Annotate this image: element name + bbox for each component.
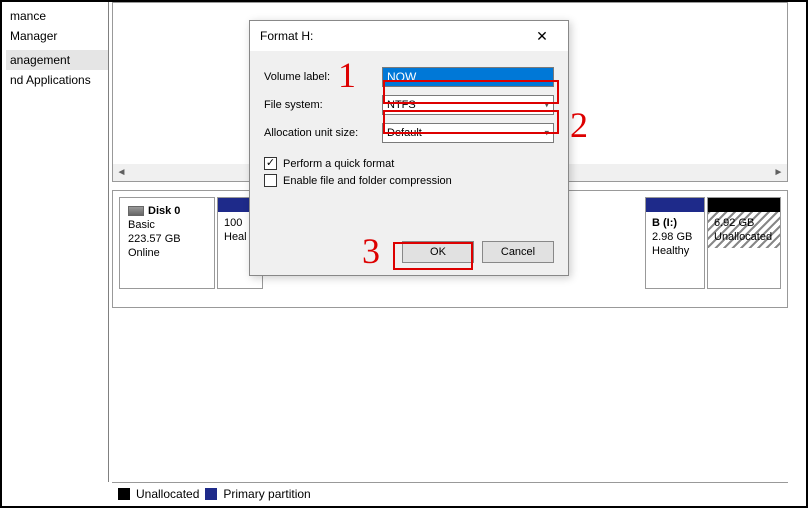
- disk-icon: [128, 206, 144, 216]
- legend-label: Unallocated: [136, 487, 199, 501]
- quick-format-label: Perform a quick format: [283, 158, 394, 170]
- legend: Unallocated Primary partition: [112, 482, 788, 504]
- alloc-size-value: Default: [387, 127, 422, 139]
- volume-label-input[interactable]: [382, 67, 554, 87]
- checkbox-icon: [264, 174, 277, 187]
- close-icon: ✕: [536, 28, 548, 45]
- partition-status: Healthy: [652, 244, 698, 258]
- compression-label: Enable file and folder compression: [283, 175, 452, 187]
- disk-header[interactable]: Disk 0 Basic 223.57 GB Online: [119, 197, 215, 289]
- dialog-titlebar[interactable]: Format H: ✕: [250, 21, 568, 51]
- alloc-size-select[interactable]: Default ▾: [382, 123, 554, 143]
- ok-button[interactable]: OK: [402, 241, 474, 263]
- partition-size: 2.98 GB: [652, 230, 698, 244]
- partition-name: B (I:): [652, 217, 677, 229]
- partition-status: Unallocated: [714, 230, 774, 244]
- file-system-label: File system:: [264, 99, 382, 111]
- partition[interactable]: B (I:) 2.98 GB Healthy: [645, 197, 705, 289]
- cancel-button[interactable]: Cancel: [482, 241, 554, 263]
- dialog-form: Volume label: File system: NTFS ▾ Alloca…: [250, 51, 568, 233]
- legend-swatch-primary: [205, 488, 217, 500]
- checkbox-icon-checked: ✓: [264, 157, 277, 170]
- left-item[interactable]: Manager: [6, 26, 108, 46]
- partition-unallocated[interactable]: 6.92 GB Unallocated: [707, 197, 781, 289]
- left-item[interactable]: mance: [6, 6, 108, 26]
- dialog-buttons: OK Cancel: [250, 233, 568, 275]
- left-navigation-panel: mance Manager anagement nd Applications: [2, 2, 109, 482]
- disk-size: 223.57 GB: [128, 232, 206, 246]
- quick-format-checkbox[interactable]: ✓ Perform a quick format: [264, 157, 554, 170]
- scroll-left-icon[interactable]: ◄: [113, 164, 130, 181]
- dialog-title: Format H:: [260, 29, 522, 43]
- file-system-value: NTFS: [387, 99, 416, 111]
- compression-checkbox[interactable]: Enable file and folder compression: [264, 174, 554, 187]
- scroll-right-icon[interactable]: ►: [770, 164, 787, 181]
- legend-swatch-unallocated: [118, 488, 130, 500]
- disk-name: Disk 0: [148, 205, 180, 217]
- chevron-down-icon: ▾: [544, 128, 549, 139]
- file-system-select[interactable]: NTFS ▾: [382, 95, 554, 115]
- volume-label-label: Volume label:: [264, 71, 382, 83]
- chevron-down-icon: ▾: [544, 100, 549, 111]
- disk-type: Basic: [128, 218, 206, 232]
- legend-label: Primary partition: [223, 487, 310, 501]
- partition-stripe: [708, 198, 780, 212]
- disk-status: Online: [128, 246, 206, 260]
- partition-size: 6.92 GB: [714, 216, 774, 230]
- left-item[interactable]: nd Applications: [6, 70, 108, 90]
- left-item[interactable]: anagement: [6, 50, 108, 70]
- close-button[interactable]: ✕: [522, 22, 562, 50]
- format-dialog: Format H: ✕ Volume label: File system: N…: [249, 20, 569, 276]
- partition-stripe: [646, 198, 704, 212]
- alloc-size-label: Allocation unit size:: [264, 127, 382, 139]
